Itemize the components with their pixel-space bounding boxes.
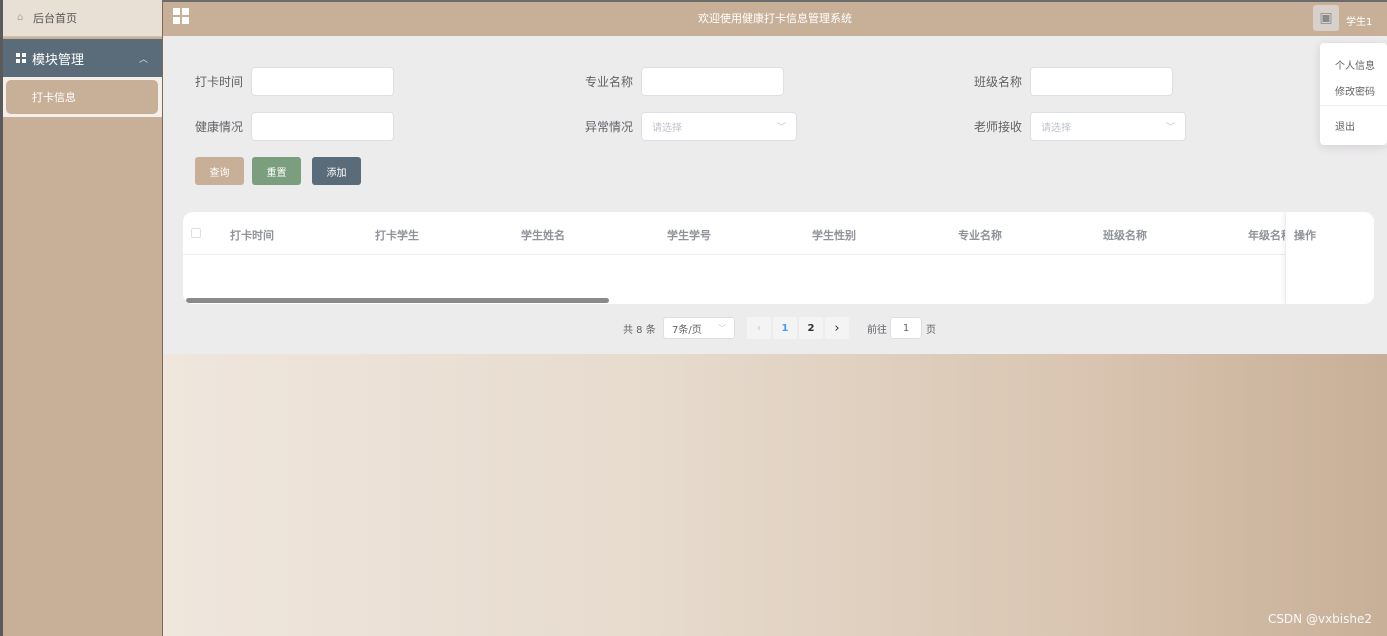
goto-label: 前往 <box>867 324 887 336</box>
col-student-name[interactable]: 学生姓名 <box>521 227 565 243</box>
home-icon: ⌂ <box>17 12 24 23</box>
chevron-right-icon: › <box>834 320 840 336</box>
class-label: 班级名称 <box>974 75 1023 89</box>
page-2-button[interactable]: 2 <box>799 317 823 339</box>
query-button[interactable]: 查询 <box>195 157 244 185</box>
page-1-button[interactable]: 1 <box>773 317 797 339</box>
watermark: CSDN @vxbishe2 <box>1267 612 1372 626</box>
app-title: 欢迎使用健康打卡信息管理系统 <box>698 12 852 25</box>
col-action: 操作 <box>1294 229 1316 242</box>
table-header: 打卡时间 打卡学生 学生姓名 学生学号 学生性别 专业名称 班级名称 年级名称 <box>183 212 1374 255</box>
filter-abnormal: 异常情况 请选择 ﹀ <box>585 112 798 141</box>
col-checkin-time[interactable]: 打卡时间 <box>230 227 274 243</box>
col-major-name[interactable]: 专业名称 <box>958 227 1002 243</box>
action-column: 操作 <box>1285 212 1374 304</box>
reset-button[interactable]: 重置 <box>252 157 301 185</box>
grid-icon <box>16 53 26 63</box>
teacher-select[interactable]: 请选择 ﹀ <box>1030 112 1187 141</box>
chevron-down-icon: ﹀ <box>1166 123 1176 133</box>
major-input[interactable] <box>641 67 785 96</box>
major-label: 专业名称 <box>585 75 634 89</box>
menu-item-profile[interactable]: 个人信息 <box>1335 57 1375 72</box>
abnormal-label: 异常情况 <box>585 120 634 134</box>
col-student-gender[interactable]: 学生性别 <box>812 227 856 243</box>
pagination-total: 共 8 条 <box>623 324 656 336</box>
col-student-id[interactable]: 学生学号 <box>667 227 711 243</box>
col-class-name[interactable]: 班级名称 <box>1103 227 1147 243</box>
filter-teacher: 老师接收 请选择 ﹀ <box>974 112 1187 141</box>
menu-divider <box>1320 105 1387 106</box>
page-suffix: 页 <box>926 324 936 336</box>
health-input[interactable] <box>251 112 395 141</box>
sidebar-module-label: 模块管理 <box>32 52 85 68</box>
menu-item-change-password[interactable]: 修改密码 <box>1335 83 1375 98</box>
add-button[interactable]: 添加 <box>312 157 361 185</box>
sidebar-module-toggle[interactable]: 模块管理 ︿ <box>3 39 162 77</box>
sidebar-item-home[interactable]: ⌂ 后台首页 <box>3 0 162 37</box>
username[interactable]: 学生1 <box>1346 13 1372 28</box>
health-label: 健康情况 <box>195 120 244 134</box>
background-area <box>163 354 1387 636</box>
menu-item-logout[interactable]: 退出 <box>1335 118 1355 133</box>
col-checkin-student[interactable]: 打卡学生 <box>375 227 419 243</box>
teacher-placeholder: 请选择 <box>1041 123 1072 134</box>
filter-class: 班级名称 <box>974 67 1174 96</box>
chevron-up-icon: ︿ <box>138 54 148 65</box>
filter-checkin-time: 打卡时间 <box>195 67 395 96</box>
chevron-down-icon: ﹀ <box>718 323 726 333</box>
chevron-left-icon: ‹ <box>757 322 761 334</box>
data-table: 打卡时间 打卡学生 学生姓名 学生学号 学生性别 专业名称 班级名称 年级名称 … <box>183 212 1374 304</box>
pagination: 共 8 条 7条/页 ﹀ ‹ 1 2 › 前往 1 页 <box>163 317 1387 339</box>
image-icon: ▣ <box>1319 10 1333 26</box>
class-input[interactable] <box>1030 67 1174 96</box>
abnormal-select[interactable]: 请选择 ﹀ <box>641 112 798 141</box>
teacher-label: 老师接收 <box>974 120 1023 134</box>
sidebar-submenu: 打卡信息 <box>3 77 162 117</box>
next-page-button[interactable]: › <box>825 317 849 339</box>
sidebar-item-checkin-label: 打卡信息 <box>32 91 76 104</box>
top-bar: 欢迎使用健康打卡信息管理系统 ▣ 学生1 <box>163 0 1387 36</box>
select-all-checkbox[interactable] <box>191 228 201 238</box>
main-content: 打卡时间 专业名称 班级名称 健康情况 异常情况 请选择 ﹀ 老师接收 请选择 … <box>163 36 1387 354</box>
abnormal-placeholder: 请选择 <box>652 123 683 134</box>
sidebar: ⌂ 后台首页 模块管理 ︿ 打卡信息 <box>0 0 163 636</box>
goto-page-input[interactable]: 1 <box>890 317 922 339</box>
prev-page-button[interactable]: ‹ <box>747 317 771 339</box>
sidebar-item-checkin-info[interactable]: 打卡信息 <box>6 80 158 114</box>
sidebar-item-home-label: 后台首页 <box>33 12 77 25</box>
checkin-time-input[interactable] <box>251 67 395 96</box>
chevron-down-icon: ﹀ <box>777 123 787 133</box>
checkin-time-label: 打卡时间 <box>195 75 244 89</box>
avatar[interactable]: ▣ <box>1313 5 1339 31</box>
filter-major: 专业名称 <box>585 67 785 96</box>
filter-health: 健康情况 <box>195 112 395 141</box>
page-size-select[interactable]: 7条/页 ﹀ <box>663 317 735 339</box>
horizontal-scrollbar[interactable] <box>186 298 609 303</box>
page-size-value: 7条/页 <box>672 324 702 336</box>
user-dropdown-menu: 个人信息 修改密码 退出 <box>1320 43 1387 145</box>
